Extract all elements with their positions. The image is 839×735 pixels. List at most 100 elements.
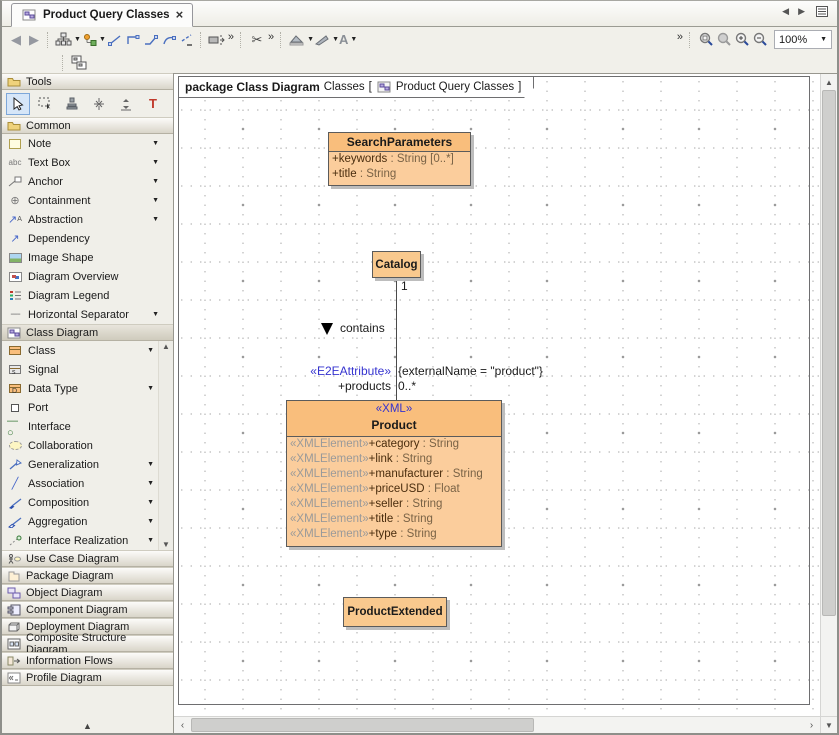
palette-item-diagram-legend[interactable]: Diagram Legend: [2, 286, 173, 305]
diagram-canvas[interactable]: package Class Diagram Classes [ Product …: [174, 74, 820, 716]
line-style-rectilinear-button[interactable]: [124, 30, 142, 50]
toolbar-overflow-icon[interactable]: »: [228, 31, 234, 43]
diagram-frame-header[interactable]: package Class Diagram Classes [ Product …: [178, 76, 534, 98]
font-color-dropdown-icon[interactable]: ▼: [350, 36, 357, 43]
item-dropdown-icon[interactable]: ▼: [152, 159, 159, 166]
item-dropdown-icon[interactable]: ▼: [152, 311, 159, 318]
palette-item-anchor[interactable]: Anchor ▼: [2, 172, 173, 191]
palette-item-interface-realization[interactable]: Interface Realization ▼: [2, 531, 158, 550]
palette-item-horizontal-separator[interactable]: ---- Horizontal Separator ▼: [2, 305, 173, 324]
copy-diagram-icon[interactable]: [70, 53, 88, 73]
item-dropdown-icon[interactable]: ▼: [152, 178, 159, 185]
zoom-fit-icon[interactable]: [715, 30, 733, 50]
horizontal-distribute-tool[interactable]: [114, 93, 138, 115]
palette-item-collaboration[interactable]: Collaboration: [2, 436, 158, 455]
fill-color-button[interactable]: ▼: [288, 30, 314, 50]
zoom-out-icon[interactable]: [751, 30, 769, 50]
scroll-left-icon[interactable]: ‹: [174, 717, 191, 733]
palette-item-class[interactable]: Class ▼: [2, 341, 158, 360]
toolbar-overflow-icon[interactable]: »: [677, 31, 683, 43]
toolbar-overflow-icon[interactable]: »: [268, 31, 274, 43]
tab-product-query-classes[interactable]: Product Query Classes ×: [11, 3, 193, 27]
palette-item-dependency[interactable]: ↗ Dependency: [2, 229, 173, 248]
add-related-dropdown-icon[interactable]: ▼: [99, 36, 106, 43]
section-header-class-diagram[interactable]: Class Diagram: [2, 324, 173, 341]
tab-list-icon[interactable]: [814, 6, 830, 17]
scroll-down-icon[interactable]: ▼: [820, 716, 837, 733]
layout-dropdown-icon[interactable]: ▼: [74, 36, 81, 43]
vertical-distribute-tool[interactable]: [87, 93, 111, 115]
item-dropdown-icon[interactable]: ▼: [147, 499, 154, 506]
section-header-information-flows[interactable]: Information Flows: [2, 652, 173, 669]
add-related-elements-button[interactable]: ▼: [81, 30, 106, 50]
section-header-package-diagram[interactable]: Package Diagram: [2, 567, 173, 584]
line-color-button[interactable]: ▼: [314, 30, 339, 50]
item-dropdown-icon[interactable]: ▼: [147, 537, 154, 544]
association-multiplicity-catalog[interactable]: 1: [401, 279, 408, 293]
sticky-stamp-tool[interactable]: [60, 93, 84, 115]
palette-item-port[interactable]: Port: [2, 398, 158, 417]
section-header-common[interactable]: Common: [2, 117, 173, 134]
text-tool[interactable]: T: [141, 93, 165, 115]
section-header-object-diagram[interactable]: Object Diagram: [2, 584, 173, 601]
vertical-scroll-thumb[interactable]: [822, 90, 836, 616]
palette-item-data-type[interactable]: D Data Type ▼: [2, 379, 158, 398]
association-role[interactable]: +products: [294, 379, 391, 393]
item-dropdown-icon[interactable]: ▼: [152, 197, 159, 204]
palette-item-composition[interactable]: Composition ▼: [2, 493, 158, 512]
scroll-right-icon[interactable]: ›: [803, 717, 820, 733]
make-same-size-button[interactable]: [208, 30, 226, 50]
vertical-scrollbar[interactable]: ▲: [820, 74, 837, 716]
line-style-curved-button[interactable]: [160, 30, 178, 50]
forward-button[interactable]: ▶: [25, 30, 43, 50]
scroll-up-icon[interactable]: ▲: [821, 74, 837, 90]
close-tab-icon[interactable]: ×: [176, 10, 184, 20]
item-dropdown-icon[interactable]: ▼: [147, 385, 154, 392]
line-style-straight-button[interactable]: [106, 30, 124, 50]
association-name[interactable]: contains: [340, 321, 385, 335]
section-header-tools[interactable]: Tools: [2, 73, 173, 90]
palette-scroll-down-icon[interactable]: ▼: [162, 540, 170, 549]
font-color-button[interactable]: A ▼: [339, 30, 357, 50]
association-stereotype[interactable]: «E2EAttribute»: [294, 364, 391, 378]
association-direction-icon[interactable]: [321, 323, 333, 335]
line-color-dropdown-icon[interactable]: ▼: [332, 36, 339, 43]
palette-item-image-shape[interactable]: Image Shape: [2, 248, 173, 267]
palette-collapse-button[interactable]: ▲: [2, 686, 173, 733]
palette-item-aggregation[interactable]: Aggregation ▼: [2, 512, 158, 531]
section-header-composite-structure-diagram[interactable]: Composite Structure Diagram: [2, 635, 173, 652]
association-line[interactable]: [396, 278, 397, 401]
zoom-in-icon[interactable]: [733, 30, 751, 50]
association-multiplicity-product[interactable]: 0..*: [398, 379, 416, 393]
cut-icon[interactable]: ✂: [248, 30, 266, 50]
palette-item-abstraction[interactable]: ↗A Abstraction ▼: [2, 210, 173, 229]
line-style-oblique-button[interactable]: [142, 30, 160, 50]
scroll-tabs-left-icon[interactable]: ◀: [782, 6, 789, 17]
horizontal-scrollbar[interactable]: ‹ ›: [174, 716, 820, 733]
zoom-combo-dropdown-icon[interactable]: ▼: [820, 36, 827, 43]
scroll-tabs-right-icon[interactable]: ▶: [798, 6, 805, 17]
class-product[interactable]: «XML» Product «XMLElement»+category : St…: [286, 400, 502, 547]
pointer-tool[interactable]: [6, 93, 30, 115]
layout-tree-button[interactable]: ▼: [55, 30, 81, 50]
item-dropdown-icon[interactable]: ▼: [152, 140, 159, 147]
palette-item-note[interactable]: Note ▼: [2, 134, 173, 153]
palette-item-text-box[interactable]: abc Text Box ▼: [2, 153, 173, 172]
class-search-parameters[interactable]: SearchParameters +keywords : String [0..…: [328, 132, 471, 186]
palette-item-diagram-overview[interactable]: Diagram Overview: [2, 267, 173, 286]
palette-item-signal[interactable]: s Signal: [2, 360, 158, 379]
class-catalog[interactable]: Catalog: [372, 251, 421, 278]
marquee-select-tool[interactable]: [33, 93, 57, 115]
horizontal-scroll-thumb[interactable]: [191, 718, 534, 732]
palette-item-containment[interactable]: ⊕ Containment ▼: [2, 191, 173, 210]
association-constraint[interactable]: {externalName = "product"}: [398, 364, 543, 378]
line-jump-button[interactable]: [178, 30, 196, 50]
item-dropdown-icon[interactable]: ▼: [147, 461, 154, 468]
palette-item-association[interactable]: ╱ Association ▼: [2, 474, 158, 493]
palette-scroll-up-icon[interactable]: ▲: [162, 342, 170, 351]
section-header-use-case-diagram[interactable]: Use Case Diagram: [2, 550, 173, 567]
section-header-profile-diagram[interactable]: Profile Diagram: [2, 669, 173, 686]
item-dropdown-icon[interactable]: ▼: [147, 347, 154, 354]
item-dropdown-icon[interactable]: ▼: [147, 518, 154, 525]
zoom-level-combobox[interactable]: 100% ▼: [774, 30, 832, 49]
